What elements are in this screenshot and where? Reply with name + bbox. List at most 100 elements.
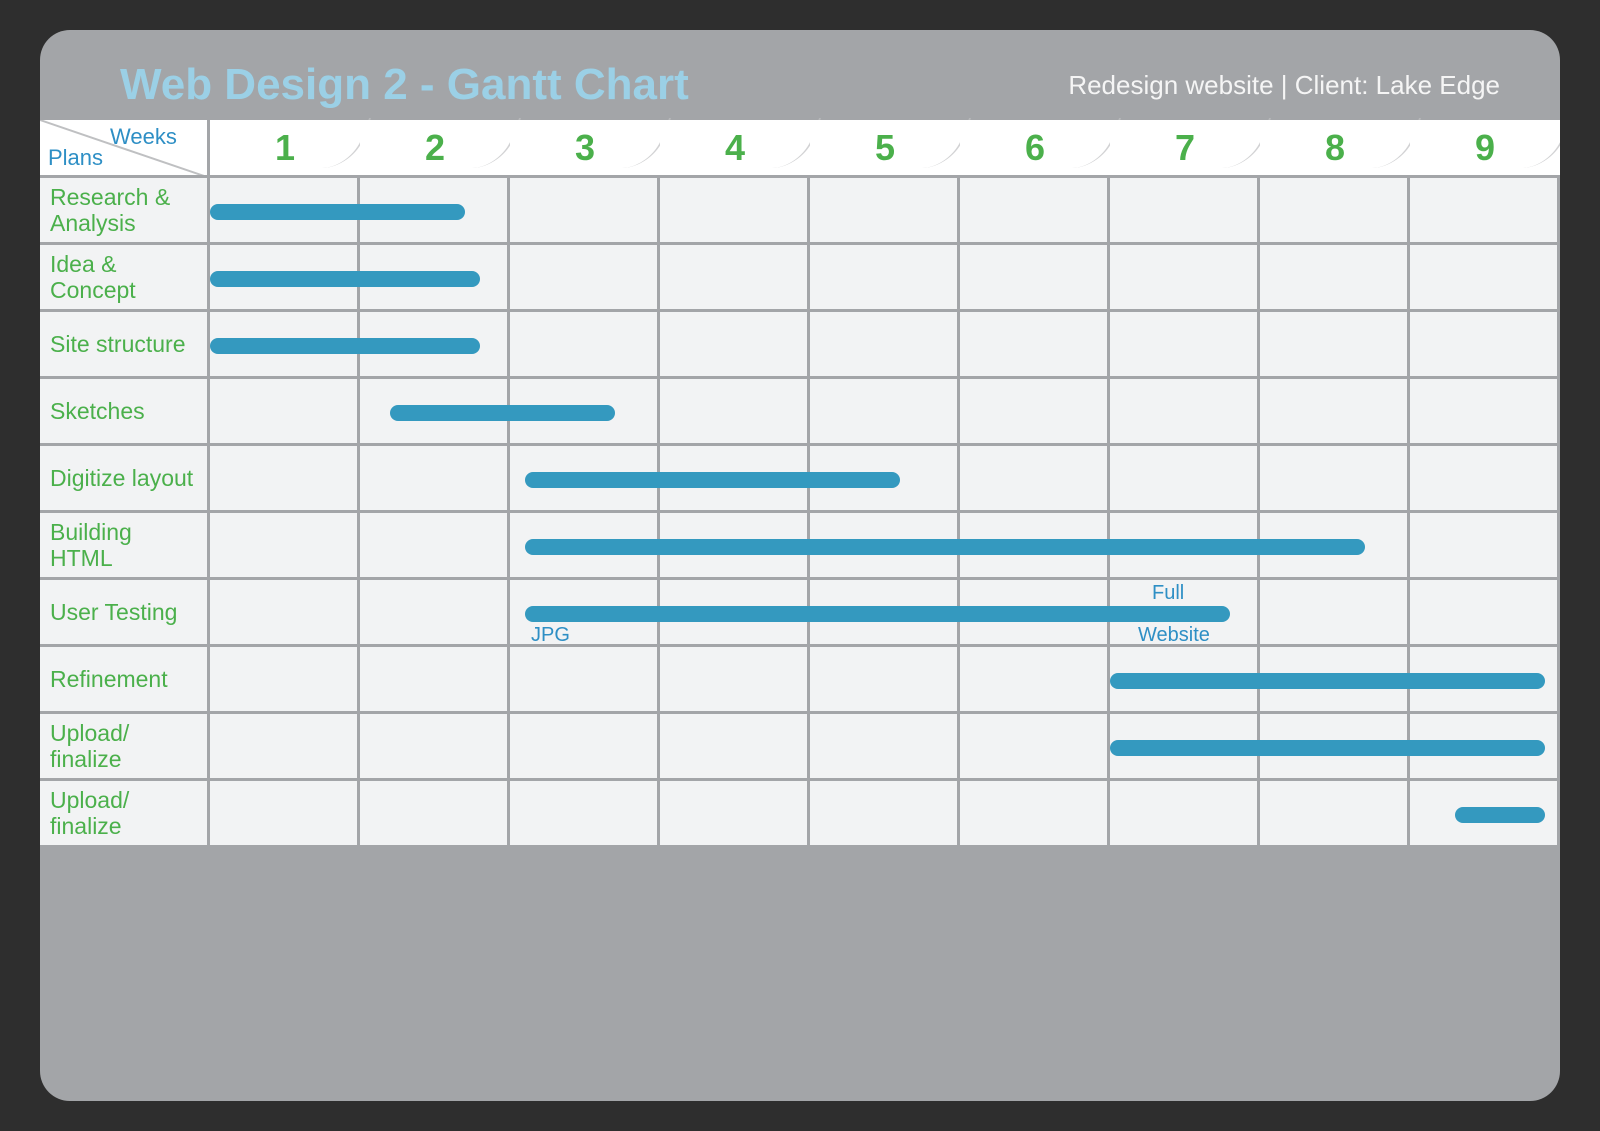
grid-cell [660, 781, 810, 848]
grid-cell [960, 446, 1110, 513]
grid-cell [960, 781, 1110, 848]
grid-cell [1110, 245, 1260, 312]
grid-cell [510, 245, 660, 312]
grid-cell [960, 513, 1110, 580]
grid-cell [810, 513, 960, 580]
grid-cell [1260, 245, 1410, 312]
row-label: Building HTML [40, 513, 210, 580]
grid-cell [660, 379, 810, 446]
row-label: Upload/ finalize [40, 714, 210, 781]
week-header-7: 7 [1110, 120, 1260, 178]
week-header-8: 8 [1260, 120, 1410, 178]
grid-cell [210, 714, 360, 781]
grid-cell [960, 647, 1110, 714]
grid-cell [660, 178, 810, 245]
grid-cell [360, 513, 510, 580]
grid-cell [1260, 647, 1410, 714]
week-header-label: 4 [725, 127, 745, 175]
grid-cell [1410, 647, 1560, 714]
row-label: Refinement [40, 647, 210, 714]
grid-cell [510, 513, 660, 580]
grid-cell [1110, 379, 1260, 446]
grid-cell [510, 714, 660, 781]
grid-cell [1260, 781, 1410, 848]
grid-cell [810, 446, 960, 513]
grid-cell [660, 714, 810, 781]
grid-cell [1260, 312, 1410, 379]
grid-cell [810, 379, 960, 446]
grid-cell [1260, 446, 1410, 513]
grid-cell [510, 312, 660, 379]
grid-cell [1260, 379, 1410, 446]
grid-cell [1260, 178, 1410, 245]
grid-cell [360, 379, 510, 446]
grid-cell [360, 714, 510, 781]
row-label: Digitize layout [40, 446, 210, 513]
grid-cell [1110, 312, 1260, 379]
grid-cell [210, 446, 360, 513]
grid-cell [810, 312, 960, 379]
grid-cell [1110, 714, 1260, 781]
grid-cell [1410, 379, 1560, 446]
grid-cell [1110, 580, 1260, 647]
grid-cell [1410, 781, 1560, 848]
grid-cell [960, 379, 1110, 446]
week-header-label: 3 [575, 127, 595, 175]
grid-cell [660, 245, 810, 312]
grid-cell [810, 245, 960, 312]
rows-axis-label: Plans [48, 145, 103, 171]
grid-cell [1410, 513, 1560, 580]
week-header-3: 3 [510, 120, 660, 178]
week-header-6: 6 [960, 120, 1110, 178]
week-header-label: 8 [1325, 127, 1345, 175]
grid-cell [660, 513, 810, 580]
grid-cell [360, 647, 510, 714]
gantt-card: Web Design 2 - Gantt Chart Redesign webs… [40, 30, 1560, 1101]
grid-cell [810, 781, 960, 848]
grid-cell [660, 647, 810, 714]
grid-cell [1260, 580, 1410, 647]
grid-cell [1410, 714, 1560, 781]
grid-cell [1110, 178, 1260, 245]
page-title: Web Design 2 - Gantt Chart [120, 60, 689, 110]
grid-cell [510, 178, 660, 245]
grid-cell [1110, 781, 1260, 848]
grid-cell [960, 312, 1110, 379]
grid-cell [810, 647, 960, 714]
grid-cell [1410, 312, 1560, 379]
row-label: Sketches [40, 379, 210, 446]
grid-cell [960, 580, 1110, 647]
grid-cell [210, 312, 360, 379]
grid-cell [510, 379, 660, 446]
grid-cell [360, 245, 510, 312]
grid-cell [1110, 446, 1260, 513]
row-label: Research & Analysis [40, 178, 210, 245]
grid-cell [810, 580, 960, 647]
week-header-label: 5 [875, 127, 895, 175]
header: Web Design 2 - Gantt Chart Redesign webs… [40, 30, 1560, 120]
grid-cell [360, 781, 510, 848]
grid-cell [1260, 714, 1410, 781]
week-header-label: 7 [1175, 127, 1195, 175]
grid-cell [210, 245, 360, 312]
row-label: Site structure [40, 312, 210, 379]
grid-cell [210, 580, 360, 647]
week-header-5: 5 [810, 120, 960, 178]
grid-cell [1410, 245, 1560, 312]
grid-cell [660, 446, 810, 513]
grid-cell [1410, 178, 1560, 245]
grid-cell [510, 446, 660, 513]
grid-cell [510, 580, 660, 647]
grid-cell [210, 647, 360, 714]
grid-cell [210, 513, 360, 580]
grid-cell [810, 714, 960, 781]
row-label: Idea & Concept [40, 245, 210, 312]
row-label: User Testing [40, 580, 210, 647]
grid-cell [1410, 446, 1560, 513]
week-header-label: 1 [275, 127, 295, 175]
week-header-2: 2 [360, 120, 510, 178]
grid-cell [960, 178, 1110, 245]
columns-axis-label: Weeks [110, 124, 177, 150]
page-subtitle: Redesign website | Client: Lake Edge [1068, 70, 1500, 101]
grid-cell [210, 781, 360, 848]
